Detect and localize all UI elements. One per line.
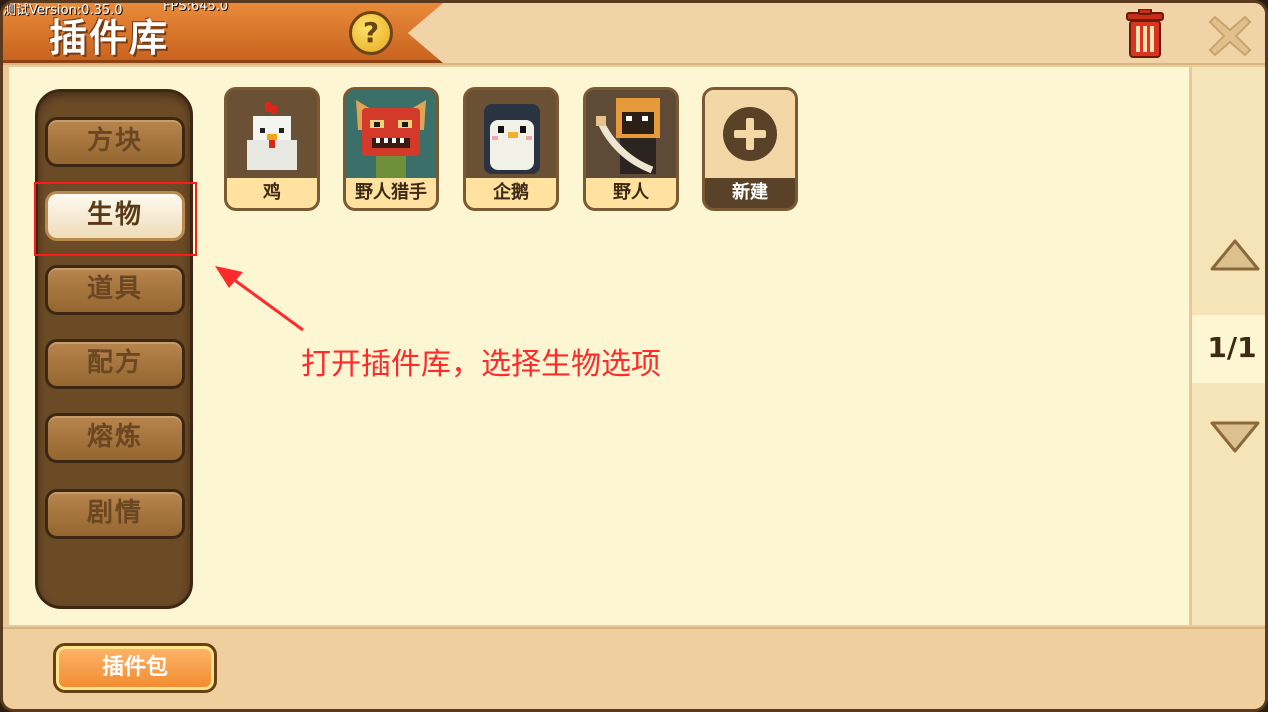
plugin-card-chicken[interactable]: 鸡 [224,87,320,211]
plugin-card-label: 野人猎手 [346,178,436,208]
plugin-pack-button[interactable]: 插件包 [53,643,217,693]
debug-version-text: 测试Version:0.35.0 [3,3,123,18]
new-plugin-button[interactable]: 新建 [702,87,798,211]
savage-icon [586,90,676,178]
debug-fps-text: FPS:645.0 [163,0,229,14]
trash-icon[interactable] [1123,9,1167,59]
annotation-arrow-icon [215,266,304,332]
page-up-icon[interactable] [1208,237,1262,275]
plugin-card-label: 企鹅 [466,178,556,208]
page-down-icon[interactable] [1208,417,1262,455]
close-icon[interactable] [1207,13,1253,59]
category-item[interactable]: 道具 [45,265,185,315]
pagination-column: 1/1 [1191,67,1265,625]
category-smelting[interactable]: 熔炼 [45,413,185,463]
category-recipe[interactable]: 配方 [45,339,185,389]
penguin-icon [466,90,556,178]
plugin-card-label: 野人 [586,178,676,208]
page-indicator: 1/1 [1207,331,1257,364]
plugin-card-penguin[interactable]: 企鹅 [463,87,559,211]
category-story[interactable]: 剧情 [45,489,185,539]
annotation-highlight-box [34,182,197,256]
plugin-card-savage-hunter[interactable]: 野人猎手 [343,87,439,211]
annotation-text: 打开插件库，选择生物选项 [301,347,661,382]
plugin-card-label: 新建 [705,178,795,208]
chicken-icon [227,90,317,178]
plus-icon [705,90,795,178]
plugin-card-label: 鸡 [227,178,317,208]
plugin-card-savage[interactable]: 野人 [583,87,679,211]
plugin-library-window: 插件库 测试Version:0.35.0 FPS:645.0 ? 1/1 方块 … [0,0,1268,712]
help-button[interactable]: ? [349,11,393,55]
title-bar: 插件库 测试Version:0.35.0 FPS:645.0 ? [3,0,1265,65]
savage-hunter-icon [346,90,436,178]
category-block[interactable]: 方块 [45,117,185,167]
